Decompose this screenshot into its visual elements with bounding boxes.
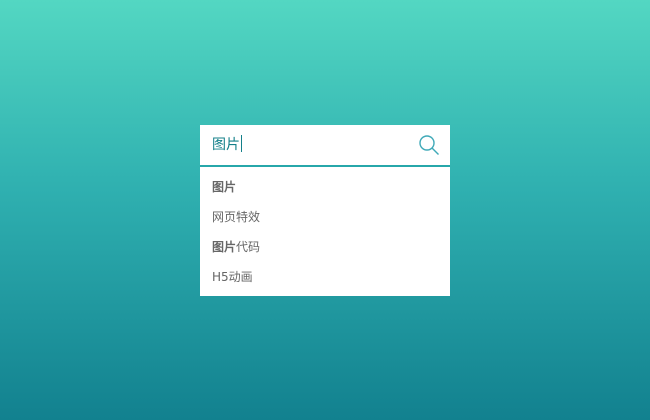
text-caret	[241, 135, 242, 152]
suggestion-list: 图片 网页特效 图片代码 H5动画	[200, 167, 450, 296]
suggestion-text: 网页特效	[212, 210, 261, 224]
suggestion-item[interactable]: H5动画	[200, 262, 450, 292]
search-input[interactable]: 图片	[212, 135, 242, 155]
search-widget: 图片 图片 网页特效 图片代码 H5动画	[200, 125, 450, 296]
suggestion-text: 代码	[236, 240, 261, 254]
suggestion-text: H5动画	[212, 270, 253, 284]
suggestion-item[interactable]: 图片	[200, 172, 450, 202]
suggestion-item[interactable]: 图片代码	[200, 232, 450, 262]
search-input-value: 图片	[212, 137, 240, 153]
search-bar: 图片	[200, 125, 450, 167]
suggestion-match: 图片	[212, 240, 237, 254]
suggestion-item[interactable]: 网页特效	[200, 202, 450, 232]
suggestion-match: 图片	[212, 180, 237, 194]
search-icon[interactable]	[418, 134, 440, 156]
